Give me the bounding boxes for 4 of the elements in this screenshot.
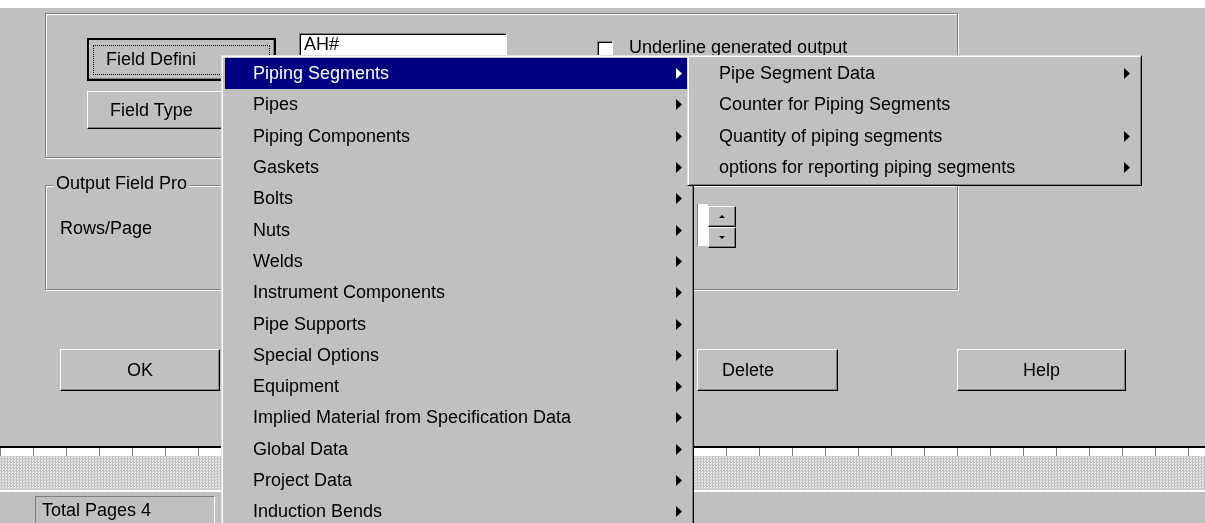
checkbox-label: Underline generated output bbox=[629, 37, 848, 57]
rows-page-label: Rows/Page bbox=[60, 218, 153, 239]
group-title: Output Field Pro bbox=[54, 173, 190, 194]
total-pages-status: Total Pages 4 bbox=[35, 496, 215, 523]
